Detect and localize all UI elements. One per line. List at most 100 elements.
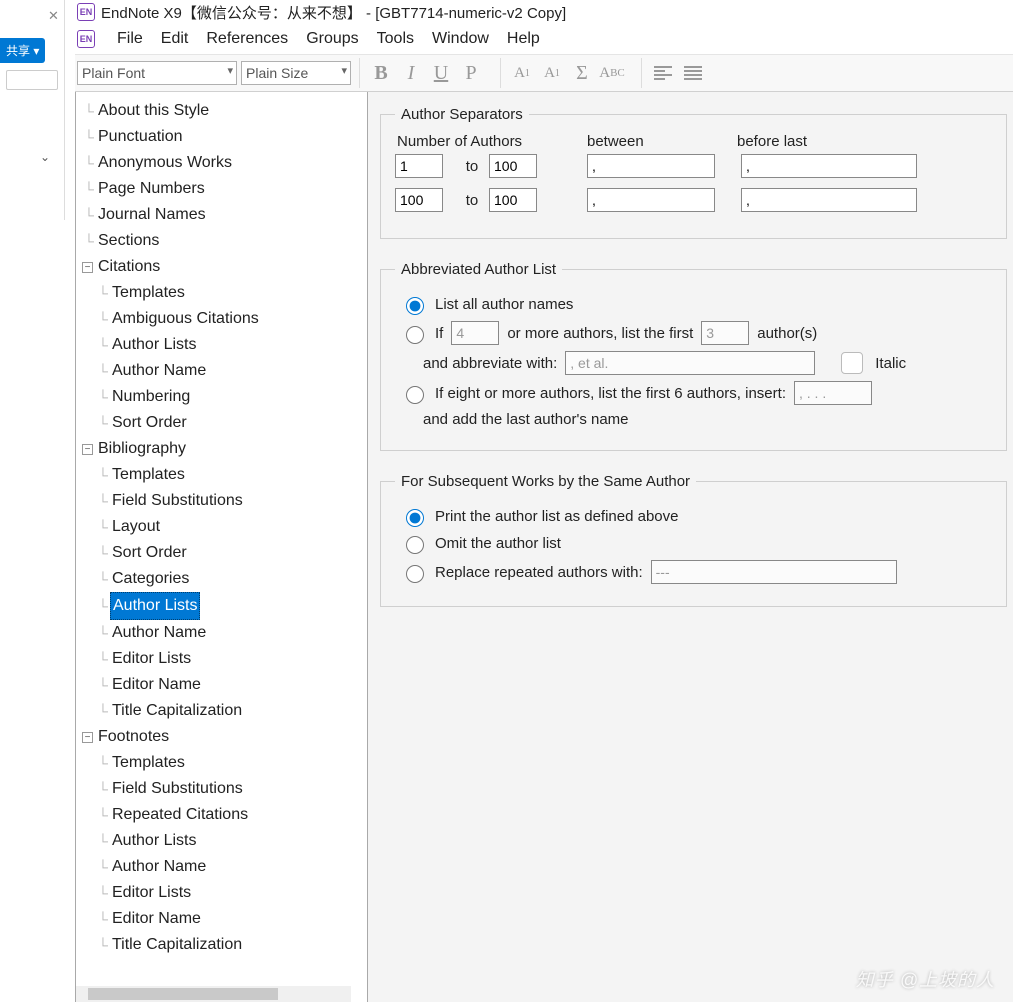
tree-item[interactable]: └Sort Order <box>82 540 367 566</box>
tree-item[interactable]: └Templates <box>82 280 367 306</box>
bold-button[interactable]: B <box>366 58 396 88</box>
tree-item[interactable]: └Title Capitalization <box>82 698 367 724</box>
if-eight-radio[interactable] <box>406 386 424 404</box>
superscript-button[interactable]: A1 <box>507 58 537 88</box>
tree-item[interactable]: └Field Substitutions <box>82 488 367 514</box>
print-radio[interactable] <box>406 509 424 527</box>
tree-item[interactable]: └Sections <box>82 228 367 254</box>
align-justify-button[interactable] <box>678 58 708 88</box>
tree-panel: └About this Style└Punctuation└Anonymous … <box>76 92 368 1002</box>
tree-item[interactable]: └Layout <box>82 514 367 540</box>
toolbar: Plain Font Plain Size B I U P A1 A1 Σ AB… <box>75 54 1013 92</box>
to-label: to <box>457 158 487 175</box>
smallcaps-button[interactable]: ABC <box>597 58 627 88</box>
plain-button[interactable]: P <box>456 58 486 88</box>
share-button[interactable]: 共享 ▾ <box>0 38 45 63</box>
subsequent-works-group: For Subsequent Works by the Same Author … <box>380 473 1007 607</box>
menu-window[interactable]: Window <box>432 30 489 48</box>
to-label: to <box>457 192 487 209</box>
if-n-radio[interactable] <box>406 326 424 344</box>
underline-button[interactable]: U <box>426 58 456 88</box>
tree-item[interactable]: └Journal Names <box>82 202 367 228</box>
abbreviated-list-group: Abbreviated Author List List all author … <box>380 261 1007 451</box>
subscript-button[interactable]: A1 <box>537 58 567 88</box>
tree-item[interactable]: └Categories <box>82 566 367 592</box>
from-1-input[interactable] <box>395 154 443 178</box>
abbrev-legend: Abbreviated Author List <box>395 261 562 278</box>
horizontal-scrollbar[interactable] <box>76 986 351 1002</box>
tree-item[interactable]: └Repeated Citations <box>82 802 367 828</box>
col-between: between <box>587 133 737 150</box>
omit-radio[interactable] <box>406 536 424 554</box>
between-2-input[interactable] <box>587 188 715 212</box>
italic-checkbox[interactable] <box>841 352 863 374</box>
author-separators-legend: Author Separators <box>395 106 529 123</box>
menu-groups[interactable]: Groups <box>306 30 358 48</box>
close-icon[interactable]: ✕ <box>48 8 59 24</box>
abbrev-with-input <box>565 351 815 375</box>
if-eight-tail-label: and add the last author's name <box>423 411 629 428</box>
menu-file[interactable]: File <box>117 30 143 48</box>
abbrev-with-label: and abbreviate with: <box>423 355 557 372</box>
tree-item[interactable]: └Punctuation <box>82 124 367 150</box>
share-label: 共享 <box>6 44 30 58</box>
tree-item[interactable]: └Numbering <box>82 384 367 410</box>
list-all-radio[interactable] <box>406 297 424 315</box>
tree-item[interactable]: └Field Substitutions <box>82 776 367 802</box>
tree-item[interactable]: └Templates <box>82 462 367 488</box>
tree-item[interactable]: └Editor Name <box>82 906 367 932</box>
font-select[interactable]: Plain Font <box>77 61 237 85</box>
between-1-input[interactable] <box>587 154 715 178</box>
if-n1-input <box>451 321 499 345</box>
tree-item[interactable]: └Page Numbers <box>82 176 367 202</box>
watermark: 知乎 @上坡的人 <box>856 966 995 992</box>
if-eight-label: If eight or more authors, list the first… <box>435 385 786 402</box>
size-select[interactable]: Plain Size <box>241 61 351 85</box>
col-before: before last <box>737 133 927 150</box>
tree-item[interactable]: └Sort Order <box>82 410 367 436</box>
mini-box <box>6 70 58 90</box>
to-2-input[interactable] <box>489 188 537 212</box>
tree-item[interactable]: └Title Capitalization <box>82 932 367 958</box>
align-left-button[interactable] <box>648 58 678 88</box>
menu-help[interactable]: Help <box>507 30 540 48</box>
tree-item[interactable]: └Ambiguous Citations <box>82 306 367 332</box>
tree-item[interactable]: └Anonymous Works <box>82 150 367 176</box>
tree-item[interactable]: └Author Lists <box>82 828 367 854</box>
if-mid-label: or more authors, list the first <box>507 325 693 342</box>
tree-item[interactable]: └Editor Lists <box>82 880 367 906</box>
tree-item[interactable]: −Citations <box>82 254 367 280</box>
window-title: EndNote X9【微信公众号：从来不想】 - [GBT7714-numeri… <box>101 2 566 23</box>
replace-radio[interactable] <box>406 565 424 583</box>
tree-item[interactable]: └Author Name <box>82 358 367 384</box>
tree-item[interactable]: └About this Style <box>82 98 367 124</box>
from-2-input[interactable] <box>395 188 443 212</box>
tree-item[interactable]: └Templates <box>82 750 367 776</box>
style-tree[interactable]: └About this Style└Punctuation└Anonymous … <box>76 92 367 1002</box>
menu-edit[interactable]: Edit <box>161 30 189 48</box>
content-panel: Author Separators Number of Authors betw… <box>368 92 1013 1002</box>
tree-item[interactable]: −Bibliography <box>82 436 367 462</box>
italic-label: Italic <box>875 355 906 372</box>
tree-item[interactable]: └Author Lists <box>82 332 367 358</box>
external-panel: ✕ 共享 ▾ ⌄ <box>0 0 65 220</box>
italic-button[interactable]: I <box>396 58 426 88</box>
omit-label: Omit the author list <box>435 535 561 552</box>
before-2-input[interactable] <box>741 188 917 212</box>
tree-item[interactable]: └Author Name <box>82 620 367 646</box>
tree-item[interactable]: └Editor Name <box>82 672 367 698</box>
replace-input <box>651 560 897 584</box>
replace-label: Replace repeated authors with: <box>435 564 643 581</box>
caret-down-icon[interactable]: ⌄ <box>40 150 50 164</box>
if-label: If <box>435 325 443 342</box>
app-icon: EN <box>77 3 95 21</box>
tree-item[interactable]: └Author Name <box>82 854 367 880</box>
tree-item[interactable]: └Editor Lists <box>82 646 367 672</box>
before-1-input[interactable] <box>741 154 917 178</box>
tree-item[interactable]: −Footnotes <box>82 724 367 750</box>
menu-references[interactable]: References <box>206 30 288 48</box>
menu-tools[interactable]: Tools <box>377 30 414 48</box>
symbol-button[interactable]: Σ <box>567 58 597 88</box>
tree-item[interactable]: └Author Lists <box>82 592 367 620</box>
to-1-input[interactable] <box>489 154 537 178</box>
